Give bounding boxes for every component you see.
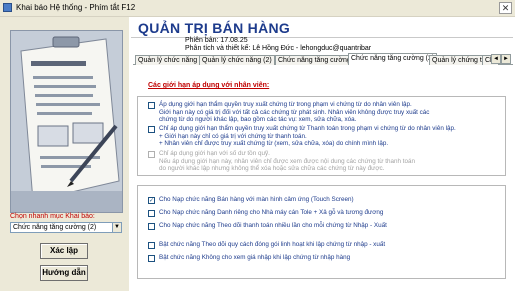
checkbox[interactable] bbox=[148, 102, 155, 109]
checkbox-checked[interactable]: ✓ bbox=[148, 197, 155, 204]
scroll-left-icon[interactable]: ◄ bbox=[491, 54, 501, 64]
option-text: Cho Nạp chức năng Danh riêng cho Nhà máy… bbox=[159, 209, 384, 216]
quick-module-select[interactable]: Chức năng tăng cường (2) ▼ bbox=[10, 222, 122, 233]
tab-function-management[interactable]: Quản lý chức năng bbox=[135, 55, 201, 65]
checkbox[interactable] bbox=[148, 126, 155, 133]
author-label: Phân tích và thiết kế: Lê Hồng Đức - leh… bbox=[185, 45, 372, 52]
tab-scroll-buttons: ◄ ► bbox=[491, 54, 511, 64]
option-text: Cho Nạp chức năng Theo dõi thanh toán nh… bbox=[159, 222, 387, 229]
tab-function-management-2[interactable]: Quản lý chức năng (2) bbox=[199, 55, 275, 65]
tab-document-management[interactable]: Quản lý chứng từ bbox=[429, 55, 490, 65]
employee-limits-group: Áp dụng giới hạn thẩm quyền truy xuất ch… bbox=[137, 96, 506, 176]
option-text: Bật chức năng Theo dõi quy cách đóng gói… bbox=[159, 241, 386, 248]
clipboard-illustration bbox=[10, 30, 123, 213]
option-text: Bật chức năng Không cho xem giá nhập khi… bbox=[159, 254, 351, 261]
left-sidebar: Chọn nhanh mục Khai báo: Chức năng tăng … bbox=[0, 17, 128, 291]
checkbox[interactable] bbox=[148, 223, 155, 230]
chevron-down-icon[interactable]: ▼ bbox=[112, 223, 121, 232]
window-title: Khai báo Hệ thống - Phím tắt F12 bbox=[16, 3, 136, 12]
quick-module-label: Chọn nhanh mục Khai báo: bbox=[10, 213, 95, 220]
confirm-button[interactable]: Xác lập bbox=[40, 243, 88, 259]
scroll-right-icon[interactable]: ► bbox=[501, 54, 511, 64]
checkbox[interactable] bbox=[148, 210, 155, 217]
checkbox[interactable] bbox=[148, 255, 155, 262]
tab-enhanced-functions-2[interactable]: Chức năng tăng cường (2) bbox=[348, 53, 438, 65]
feature-options-group: ✓ Cho Nạp chức năng Bán hàng với màn hìn… bbox=[137, 185, 506, 279]
option-text: Chỉ áp dụng giới hạn thẩm quyền truy xuấ… bbox=[159, 125, 456, 148]
tab-panel: Các giới hạn áp dụng với nhân viên: Áp d… bbox=[135, 66, 507, 288]
main-panel: QUẢN TRỊ BÁN HÀNG Phiên bản: 17.08.25 Ph… bbox=[129, 17, 515, 291]
version-label: Phiên bản: 17.08.25 bbox=[185, 37, 248, 44]
app-icon bbox=[3, 3, 12, 12]
checkbox[interactable] bbox=[148, 242, 155, 249]
option-text: Chỉ áp dụng giới hạn với số dư tồn quỹ. … bbox=[159, 150, 415, 173]
app-title: QUẢN TRỊ BÁN HÀNG bbox=[138, 20, 291, 36]
tab-enhanced-functions[interactable]: Chức năng tăng cường bbox=[275, 55, 354, 65]
checkbox-disabled bbox=[148, 151, 155, 158]
option-text: Cho Nạp chức năng Bán hàng với màn hình … bbox=[159, 196, 354, 203]
option-text: Áp dụng giới hạn thẩm quyền truy xuất ch… bbox=[159, 101, 430, 124]
help-button[interactable]: Hướng dẫn bbox=[40, 265, 88, 281]
tab-strip: Quản lý chức năng Quản lý chức năng (2) … bbox=[133, 53, 513, 65]
close-icon[interactable]: ✕ bbox=[499, 2, 512, 14]
section-title: Các giới hạn áp dụng với nhân viên: bbox=[148, 82, 270, 89]
window-titlebar: Khai báo Hệ thống - Phím tắt F12 ✕ bbox=[0, 0, 515, 17]
quick-module-value: Chức năng tăng cường (2) bbox=[13, 224, 97, 231]
